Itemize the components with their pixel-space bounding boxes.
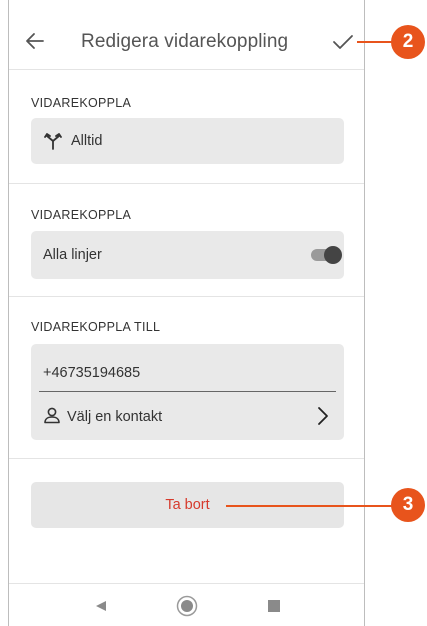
page-title: Redigera vidarekoppling [81, 31, 289, 52]
callout-badge: 2 [391, 25, 425, 59]
back-button[interactable] [24, 30, 46, 52]
phone-screen: Redigera vidarekoppling VIDAREKOPPLA All… [8, 0, 365, 626]
nav-home-icon[interactable] [176, 595, 198, 617]
chevron-right-icon [318, 407, 328, 425]
lines-toggle[interactable] [309, 246, 345, 264]
forward-condition-value: Alltid [71, 133, 103, 149]
app-bar: Redigera vidarekoppling [9, 0, 364, 70]
choose-contact-row[interactable]: Välj en kontakt [31, 392, 344, 440]
lines-row: Alla linjer [31, 231, 344, 279]
forward-to-card: +46735194685 Välj en kontakt [31, 344, 344, 440]
checkmark-icon [333, 35, 353, 49]
section-divider [9, 296, 364, 297]
phone-number-field[interactable]: +46735194685 [43, 365, 140, 381]
section-divider [9, 458, 364, 459]
section-label-forward-to: VIDAREKOPPLA TILL [31, 320, 161, 334]
confirm-button[interactable] [331, 31, 355, 53]
person-icon [44, 407, 60, 424]
callout-badge: 3 [391, 488, 425, 522]
callout-line [226, 505, 394, 507]
section-label-lines: VIDAREKOPPLA [31, 208, 132, 222]
callout-line [357, 41, 393, 43]
toggle-knob [324, 246, 342, 264]
section-divider [9, 183, 364, 184]
nav-recents-icon[interactable] [268, 600, 280, 612]
choose-contact-label: Välj en kontakt [67, 409, 163, 425]
call-forward-icon [44, 133, 62, 150]
arrow-left-icon [26, 33, 44, 49]
system-nav-bar [9, 583, 364, 626]
forward-condition-select[interactable]: Alltid [31, 118, 344, 164]
section-label-forward-condition: VIDAREKOPPLA [31, 96, 132, 110]
nav-back-icon[interactable] [95, 600, 107, 612]
lines-value: Alla linjer [43, 247, 102, 263]
